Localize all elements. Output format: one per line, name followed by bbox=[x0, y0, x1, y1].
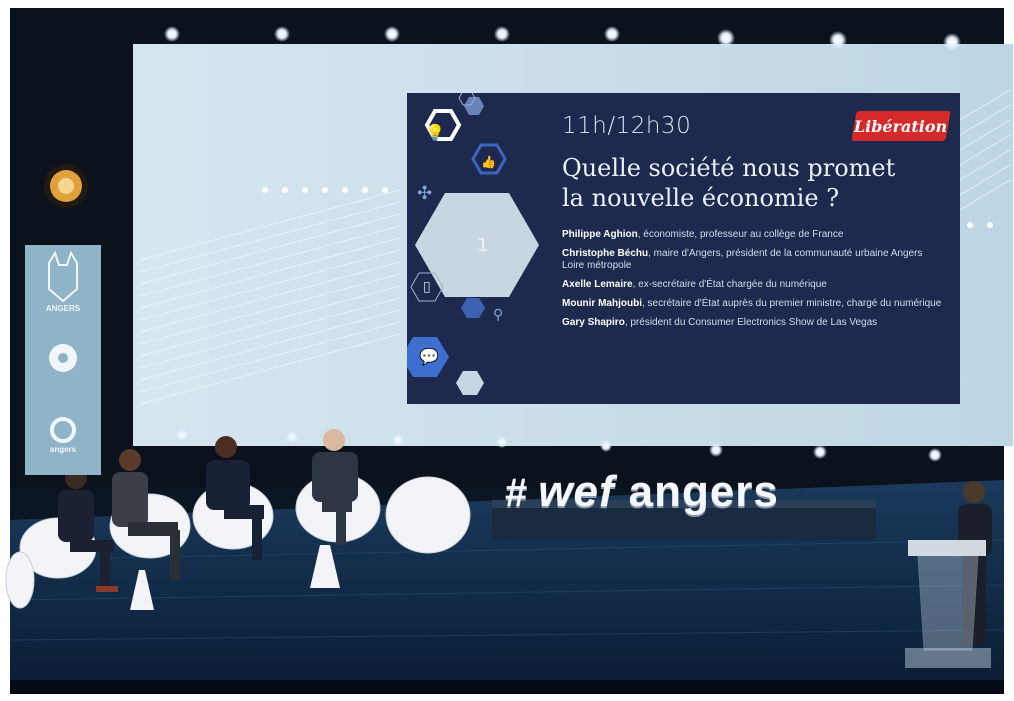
projected-slide: 💡 👍 ✣ 1 ▯ ⚲ 💬 11h/12h30 Quelle société n… bbox=[407, 93, 960, 404]
sign-wef: wef bbox=[538, 467, 615, 516]
speaker-item: Christophe Béchu, maire d'Angers, présid… bbox=[562, 248, 923, 271]
slide-title-line-1: Quelle société nous promet bbox=[562, 154, 896, 182]
chat-bubble-icon: 💬 bbox=[419, 347, 439, 366]
speaker-item: Axelle Lemaire, ex-secrétaire d'État cha… bbox=[562, 279, 827, 290]
sign-hash: # bbox=[505, 471, 529, 515]
speaker-item: Philippe Aghion, économiste, professeur … bbox=[562, 229, 844, 240]
sign-city: angers bbox=[628, 467, 779, 516]
banner-text-1: ANGERS bbox=[45, 304, 81, 313]
network-icon: ✣ bbox=[417, 183, 433, 204]
slide-hex-number: 1 bbox=[477, 235, 489, 256]
disc-logo-icon bbox=[49, 344, 77, 372]
side-banner: ANGERS angers bbox=[25, 245, 101, 475]
conference-stage-photo: ANGERS angers 💡 👍 ✣ 1 ▯ ⚲ 💬 11h/12h30 Qu… bbox=[0, 0, 1014, 701]
slide-title-line-2: la nouvelle économie ? bbox=[562, 184, 840, 212]
lightbulb-icon: 💡 bbox=[425, 123, 445, 142]
speaker-list: Philippe Aghion, économiste, professeur … bbox=[562, 229, 947, 336]
thumbs-up-icon: 👍 bbox=[481, 155, 496, 169]
magnifier-icon: ⚲ bbox=[493, 307, 504, 323]
slide-time: 11h/12h30 bbox=[562, 113, 692, 139]
speaker-item: Gary Shapiro, président du Consumer Elec… bbox=[562, 317, 878, 328]
wef-angers-sign: # wef angers bbox=[505, 467, 779, 517]
speaker-item: Mounir Mahjoubi, secrétaire d'État auprè… bbox=[562, 298, 942, 309]
banner-text-3: angers bbox=[49, 445, 77, 454]
slide-title: Quelle société nous promet la nouvelle é… bbox=[562, 153, 952, 213]
mobile-icon: ▯ bbox=[423, 279, 431, 295]
fox-logo-icon bbox=[48, 250, 78, 303]
angers-logo-icon bbox=[50, 417, 76, 443]
liberation-logo: Libération bbox=[851, 111, 951, 141]
